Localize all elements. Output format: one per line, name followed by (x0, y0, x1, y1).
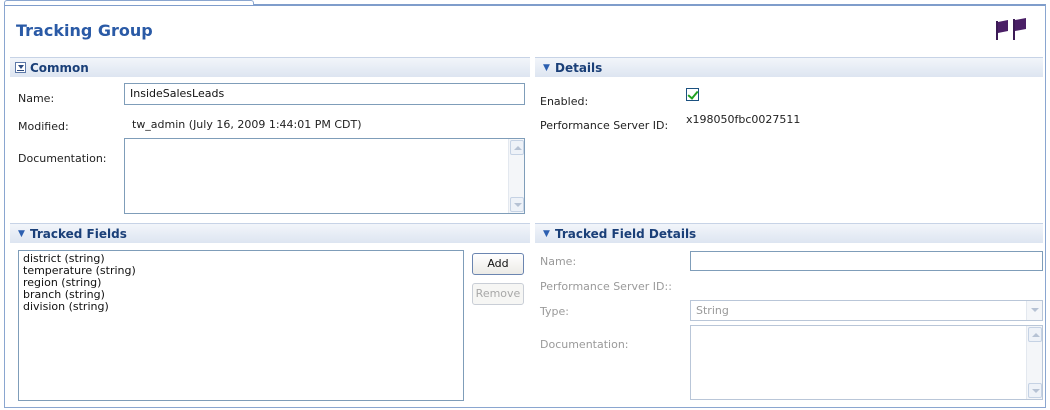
enabled-label: Enabled: (540, 95, 589, 108)
documentation-label: Documentation: (18, 152, 107, 165)
page-title: Tracking Group (16, 21, 153, 40)
tracked-field-details-section-title: Tracked Field Details (555, 227, 697, 241)
flags-icon (996, 18, 1026, 40)
type-select[interactable]: String (690, 300, 1043, 321)
scroll-up-icon[interactable] (510, 140, 524, 155)
performance-server-id-label: Performance Server ID: (540, 119, 669, 132)
tracked-fields-section-header[interactable]: ▼ Tracked Fields (10, 223, 530, 243)
tracked-fields-section-title: Tracked Fields (30, 227, 127, 241)
add-button[interactable]: Add (472, 253, 524, 275)
editor-tab-notch (4, 0, 254, 5)
documentation-textarea[interactable] (124, 138, 525, 214)
common-section-title: Common (30, 61, 89, 75)
modified-label: Modified: (18, 120, 69, 133)
field-name-input[interactable] (690, 251, 1043, 271)
type-select-value: String (696, 304, 729, 317)
scroll-down-icon[interactable] (1028, 383, 1042, 398)
tracked-fields-list[interactable]: district (string) temperature (string) r… (18, 250, 464, 401)
name-label: Name: (18, 92, 55, 105)
collapse-icon[interactable] (15, 62, 26, 73)
details-section-header[interactable]: ▼ Details (535, 57, 1043, 77)
documentation-scrollbar[interactable] (508, 139, 524, 213)
field-documentation-label: Documentation: (540, 338, 629, 351)
chevron-down-icon[interactable] (1026, 301, 1042, 320)
modified-value: tw_admin (July 16, 2009 1:44:01 PM CDT) (132, 118, 362, 131)
remove-button[interactable]: Remove (472, 283, 524, 305)
list-item[interactable]: division (string) (23, 301, 459, 313)
field-documentation-scrollbar[interactable] (1026, 326, 1042, 399)
scroll-down-icon[interactable] (510, 197, 524, 212)
field-documentation-textarea[interactable] (690, 325, 1043, 400)
details-section-title: Details (555, 61, 603, 75)
scroll-up-icon[interactable] (1028, 327, 1042, 342)
common-section-header[interactable]: Common (10, 57, 530, 77)
name-input[interactable]: InsideSalesLeads (124, 83, 525, 105)
triangle-down-icon[interactable]: ▼ (18, 229, 25, 239)
triangle-down-icon[interactable]: ▼ (543, 229, 550, 239)
triangle-down-icon[interactable]: ▼ (543, 63, 550, 73)
type-label: Type: (540, 305, 569, 318)
field-performance-server-id-label: Performance Server ID:: (540, 280, 672, 293)
performance-server-id-value: x198050fbc0027511 (686, 113, 801, 126)
enabled-checkbox[interactable] (686, 88, 699, 101)
field-name-label: Name: (540, 255, 577, 268)
tracked-field-details-section-header[interactable]: ▼ Tracked Field Details (535, 223, 1043, 243)
